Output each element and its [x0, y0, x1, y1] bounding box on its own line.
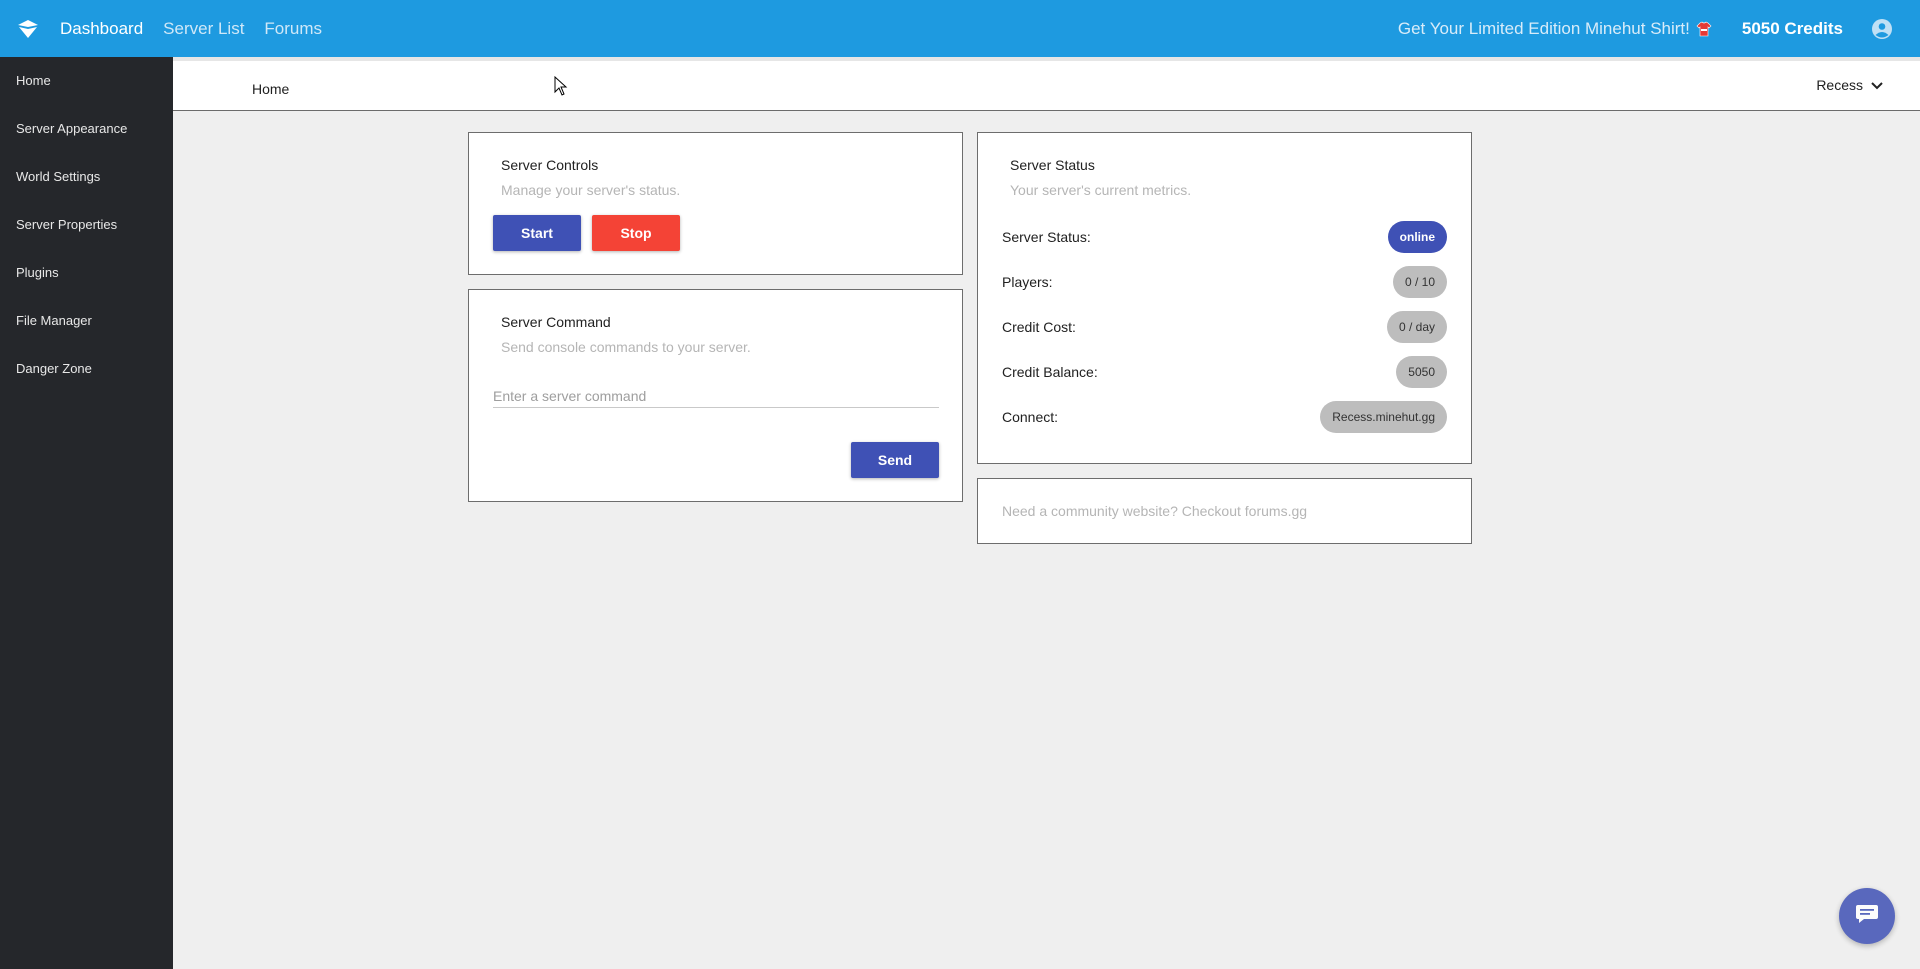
status-badge: online — [1387, 221, 1447, 253]
credit-cost-chip: 0 / day — [1386, 311, 1447, 343]
stop-button[interactable]: Stop — [592, 215, 680, 251]
page-header-bar: Home Recess — [173, 57, 1920, 111]
status-row-connect: Connect: Recess.minehut.gg — [1002, 401, 1447, 433]
sidebar-item-plugins[interactable]: Plugins — [0, 249, 173, 297]
chevron-down-icon — [1871, 77, 1883, 93]
status-row-players: Players: 0 / 10 — [1002, 266, 1447, 298]
card-subtitle: Manage your server's status. — [501, 182, 681, 198]
credit-balance-chip: 5050 — [1396, 356, 1447, 388]
card-title: Server Command — [501, 314, 611, 330]
card-title: Server Status — [1010, 157, 1095, 173]
nav-server-list[interactable]: Server List — [163, 19, 244, 39]
nav-dashboard[interactable]: Dashboard — [60, 19, 143, 39]
sidebar-item-world-settings[interactable]: World Settings — [0, 153, 173, 201]
sidebar-item-server-properties[interactable]: Server Properties — [0, 201, 173, 249]
chat-bubble-icon — [1855, 903, 1879, 930]
server-status-card: Server Status Your server's current metr… — [977, 132, 1472, 464]
status-row-credit-balance: Credit Balance: 5050 — [1002, 356, 1447, 388]
status-label: Players: — [1002, 274, 1053, 290]
top-navbar: Dashboard Server List Forums Get Your Li… — [0, 0, 1920, 57]
sidebar-item-server-appearance[interactable]: Server Appearance — [0, 105, 173, 153]
status-label: Credit Balance: — [1002, 364, 1098, 380]
breadcrumb: Home — [252, 81, 290, 97]
start-button[interactable]: Start — [493, 215, 581, 251]
card-subtitle: Send console commands to your server. — [501, 339, 751, 355]
shirt-promo-link[interactable]: Get Your Limited Edition Minehut Shirt! — [1398, 19, 1712, 39]
status-label: Credit Cost: — [1002, 319, 1076, 335]
connect-address-chip[interactable]: Recess.minehut.gg — [1320, 401, 1447, 433]
card-subtitle: Your server's current metrics. — [1010, 182, 1192, 198]
server-command-input[interactable] — [493, 384, 939, 408]
server-name: Recess — [1816, 77, 1863, 93]
nav-forums[interactable]: Forums — [264, 19, 322, 39]
account-circle-icon[interactable] — [1871, 18, 1893, 40]
send-button[interactable]: Send — [851, 442, 939, 478]
minehut-logo-icon[interactable] — [16, 17, 40, 41]
shirt-icon — [1696, 21, 1712, 37]
card-title: Server Controls — [501, 157, 599, 173]
topbar-right: Get Your Limited Edition Minehut Shirt! … — [1398, 0, 1920, 57]
credits-balance[interactable]: 5050 Credits — [1742, 19, 1843, 39]
chat-button[interactable] — [1839, 888, 1895, 944]
forums-promo-card: Need a community website? Checkout forum… — [977, 478, 1472, 544]
sidebar-item-home[interactable]: Home — [0, 57, 173, 105]
status-label: Server Status: — [1002, 229, 1091, 245]
players-chip: 0 / 10 — [1392, 266, 1447, 298]
promo-text: Get Your Limited Edition Minehut Shirt! — [1397, 18, 1690, 38]
sidebar: Home Server Appearance World Settings Se… — [0, 57, 173, 969]
server-selector[interactable]: Recess — [1816, 77, 1883, 93]
sidebar-item-file-manager[interactable]: File Manager — [0, 297, 173, 345]
status-row-credit-cost: Credit Cost: 0 / day — [1002, 311, 1447, 343]
server-controls-card: Server Controls Manage your server's sta… — [468, 132, 963, 275]
sidebar-item-danger-zone[interactable]: Danger Zone — [0, 345, 173, 393]
mouse-cursor-icon — [554, 75, 568, 96]
status-row-server-status: Server Status: online — [1002, 221, 1447, 253]
status-label: Connect: — [1002, 409, 1059, 425]
server-command-card: Server Command Send console commands to … — [468, 289, 963, 502]
forums-promo-text[interactable]: Need a community website? Checkout forum… — [1002, 503, 1307, 519]
